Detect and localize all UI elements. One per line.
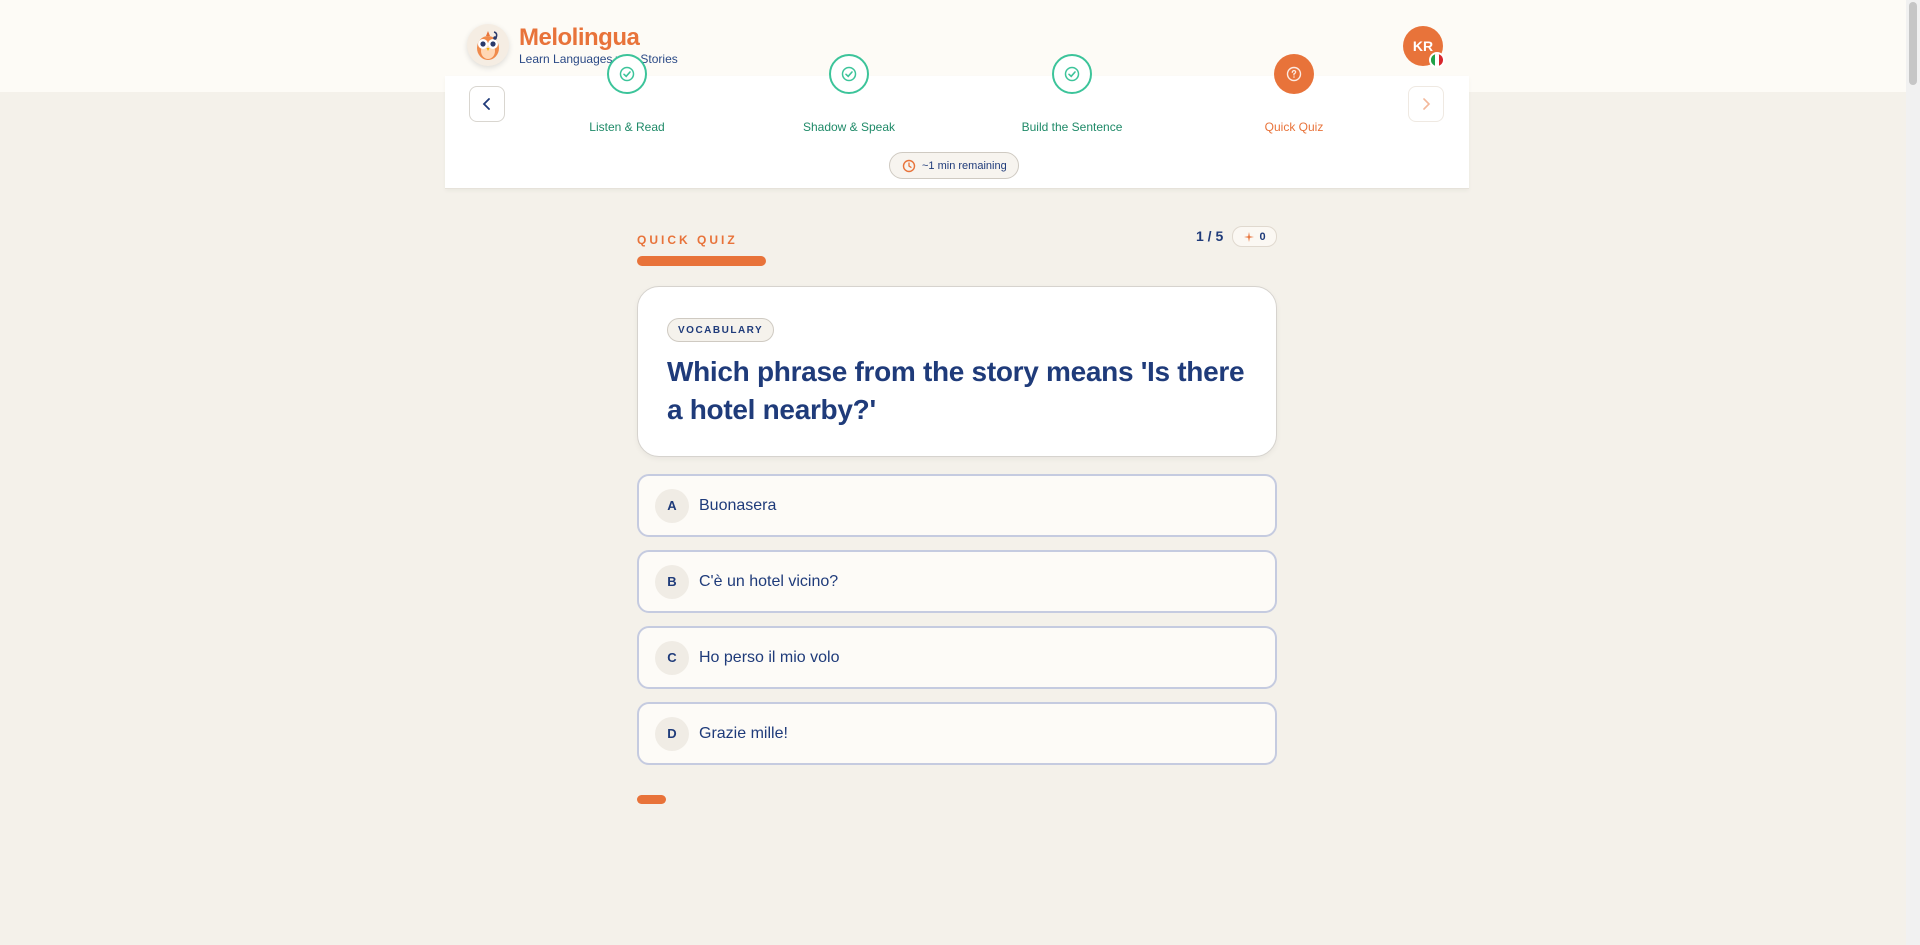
footer-progress-indicator	[637, 795, 666, 804]
clock-icon	[902, 159, 916, 172]
option-letter: A	[655, 488, 689, 523]
question-category-tag: VOCABULARY	[667, 318, 775, 342]
question-circle-icon	[1274, 54, 1314, 94]
answer-option-a[interactable]: A Buonasera	[637, 474, 1277, 537]
score-value: 0	[1259, 230, 1266, 243]
page: Melolingua Learn Languages with Stories …	[0, 0, 1920, 945]
chevron-right-icon	[1423, 98, 1431, 110]
italy-flag-icon	[1429, 52, 1445, 68]
next-step-button[interactable]	[1408, 86, 1444, 122]
background-band	[1470, 0, 1920, 945]
scrollbar-thumb[interactable]	[1909, 2, 1917, 85]
step-label: Quick Quiz	[1264, 120, 1324, 134]
brand-name: Melolingua	[519, 24, 640, 51]
option-letter: B	[655, 564, 689, 599]
quiz-section-label: QUICK QUIZ	[637, 233, 738, 247]
quiz-progress-bar	[637, 256, 766, 266]
score-badge: 0	[1232, 226, 1277, 247]
step-label: Shadow & Speak	[802, 120, 896, 134]
question-card: VOCABULARY Which phrase from the story m…	[637, 286, 1277, 457]
owl-logo-icon	[467, 24, 509, 66]
brand[interactable]: Melolingua Learn Languages with Stories	[467, 24, 678, 66]
step-label: Build the Sentence	[1021, 120, 1123, 134]
time-remaining-text: ~1 min remaining	[922, 159, 1007, 172]
lesson-steps-panel: Listen & Read Shadow & Speak Build the S…	[445, 54, 1469, 189]
option-text: Ho perso il mio volo	[699, 648, 840, 666]
answer-option-c[interactable]: C Ho perso il mio volo	[637, 626, 1277, 689]
option-letter: D	[655, 716, 689, 751]
option-text: C'è un hotel vicino?	[699, 572, 839, 590]
previous-step-button[interactable]	[469, 86, 505, 122]
chevron-left-icon	[482, 98, 490, 110]
step-label: Listen & Read	[589, 120, 665, 134]
option-text: Buonasera	[699, 496, 777, 514]
sparkle-icon	[1244, 231, 1255, 242]
option-letter: C	[655, 640, 689, 675]
answer-option-d[interactable]: D Grazie mille!	[637, 702, 1277, 765]
check-circle-icon	[607, 54, 647, 94]
check-circle-icon	[829, 54, 869, 94]
question-counter: 1 / 5	[1196, 228, 1224, 244]
brand-tagline: Learn Languages with Stories	[519, 52, 678, 66]
check-circle-icon	[1052, 54, 1092, 94]
answer-option-b[interactable]: B C'è un hotel vicino?	[637, 550, 1277, 613]
question-text: Which phrase from the story means 'Is th…	[667, 356, 1245, 425]
option-text: Grazie mille!	[699, 724, 788, 742]
time-remaining-badge: ~1 min remaining	[889, 152, 1019, 179]
scrollbar-track[interactable]	[1906, 0, 1920, 945]
